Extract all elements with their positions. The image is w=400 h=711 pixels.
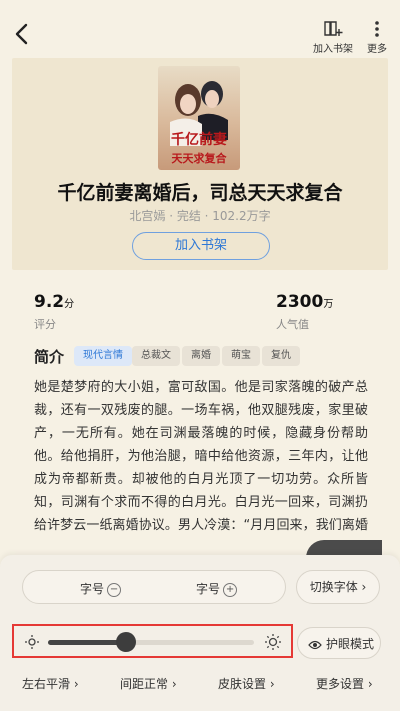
tag-cute-baby[interactable]: 萌宝	[222, 346, 260, 366]
book-meta: 北宫嫣 · 完结 · 102.2万字	[129, 209, 271, 223]
more-dots-icon	[375, 21, 379, 37]
more-settings[interactable]: 更多设置 ›	[316, 675, 373, 692]
brightness-high-icon	[264, 633, 282, 655]
eye-icon	[308, 636, 322, 655]
brightness-slider-knob[interactable]	[116, 632, 136, 652]
popularity-label: 人气值	[276, 318, 309, 331]
shelf-add-icon	[324, 21, 343, 36]
book-cover[interactable]: 千亿前妻 天天求复合	[158, 66, 240, 170]
switch-font-label: 切换字体 ›	[309, 580, 367, 594]
brightness-slider-fill	[48, 640, 126, 645]
rating-stat: 9.2分 评分	[34, 292, 74, 332]
cover-title-text: 千亿前妻	[171, 131, 227, 148]
font-size-label-2: 字号	[196, 582, 221, 596]
page-turn-setting[interactable]: 左右平滑 ›	[22, 675, 79, 692]
tag-revenge[interactable]: 复仇	[262, 346, 300, 366]
add-to-shelf-top-button[interactable]: 加入书架	[313, 20, 353, 55]
popularity-value: 2300	[276, 292, 324, 312]
eye-mode-label: 护眼模式	[326, 637, 375, 651]
intro-text: 她是楚梦府的大小姐，富可敌国。他是司家落魄的破产总裁，还有一双残废的腿。一场车祸…	[34, 380, 368, 533]
book-title: 千亿前妻离婚后，司总天天求复合	[57, 182, 343, 204]
rating-label: 评分	[34, 318, 56, 331]
popularity-unit: 万	[323, 299, 334, 310]
tag-ceo[interactable]: 总裁文	[132, 346, 180, 366]
font-size-label: 字号	[80, 582, 105, 596]
brightness-low-icon	[24, 634, 40, 654]
font-increase-button[interactable]: 字号 +	[196, 580, 238, 597]
popularity-stat: 2300万 人气值	[276, 292, 333, 332]
skin-setting[interactable]: 皮肤设置 ›	[218, 675, 275, 692]
rating-value: 9.2	[34, 292, 65, 312]
add-to-shelf-top-label: 加入书架	[313, 44, 353, 55]
more-label: 更多	[367, 44, 387, 55]
eye-protection-button[interactable]: 护眼模式	[297, 627, 381, 659]
spacing-setting[interactable]: 间距正常 ›	[120, 675, 177, 692]
minus-icon: −	[107, 582, 122, 597]
intro-heading: 简介	[34, 348, 65, 366]
back-icon[interactable]	[12, 22, 32, 46]
add-to-shelf-button[interactable]: 加入书架	[132, 232, 270, 260]
svg-text:天天求复合: 天天求复合	[172, 151, 228, 165]
tag-modern-romance[interactable]: 现代言情	[74, 346, 132, 366]
rating-unit: 分	[64, 299, 75, 310]
plus-icon: +	[223, 582, 238, 597]
font-size-control	[22, 570, 286, 604]
more-button[interactable]: 更多	[364, 20, 390, 55]
tag-divorce[interactable]: 离婚	[182, 346, 220, 366]
font-decrease-button[interactable]: 字号 −	[80, 580, 122, 597]
switch-font-button[interactable]: 切换字体 ›	[296, 570, 380, 604]
